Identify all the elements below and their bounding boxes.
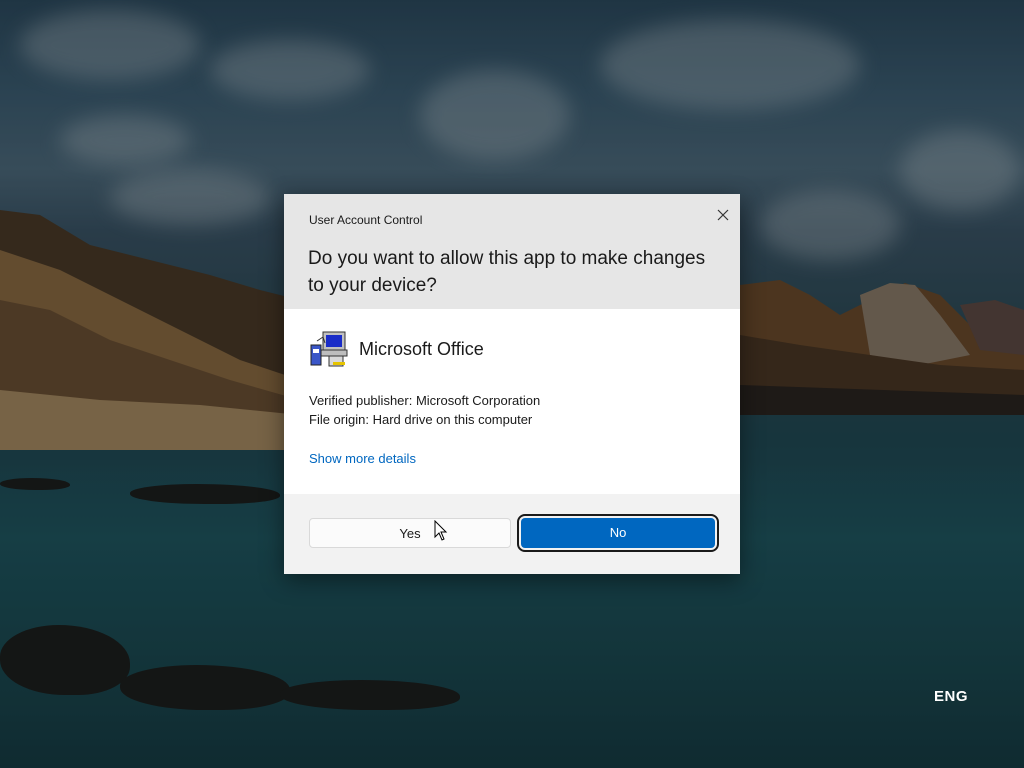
- app-name: Microsoft Office: [359, 338, 484, 359]
- origin-line: File origin: Hard drive on this computer: [309, 412, 533, 427]
- mouse-cursor-icon: [434, 520, 448, 541]
- desktop-background: User Account Control Do you want to allo…: [0, 0, 1024, 768]
- uac-dialog: User Account Control Do you want to allo…: [284, 194, 740, 574]
- uac-footer: Yes No: [284, 494, 740, 574]
- uac-header: User Account Control Do you want to allo…: [284, 194, 740, 309]
- app-info-row: Microsoft Office: [309, 329, 484, 369]
- no-button[interactable]: No: [517, 514, 719, 552]
- installer-icon: [310, 331, 348, 367]
- app-details: Verified publisher: Microsoft Corporatio…: [309, 391, 540, 429]
- close-icon[interactable]: [712, 204, 734, 226]
- language-indicator[interactable]: ENG: [934, 688, 968, 705]
- yes-button[interactable]: Yes: [309, 518, 511, 548]
- show-more-details-link[interactable]: Show more details: [309, 451, 416, 466]
- dialog-title: User Account Control: [309, 213, 423, 227]
- publisher-line: Verified publisher: Microsoft Corporatio…: [309, 393, 541, 408]
- uac-question: Do you want to allow this app to make ch…: [308, 248, 706, 296]
